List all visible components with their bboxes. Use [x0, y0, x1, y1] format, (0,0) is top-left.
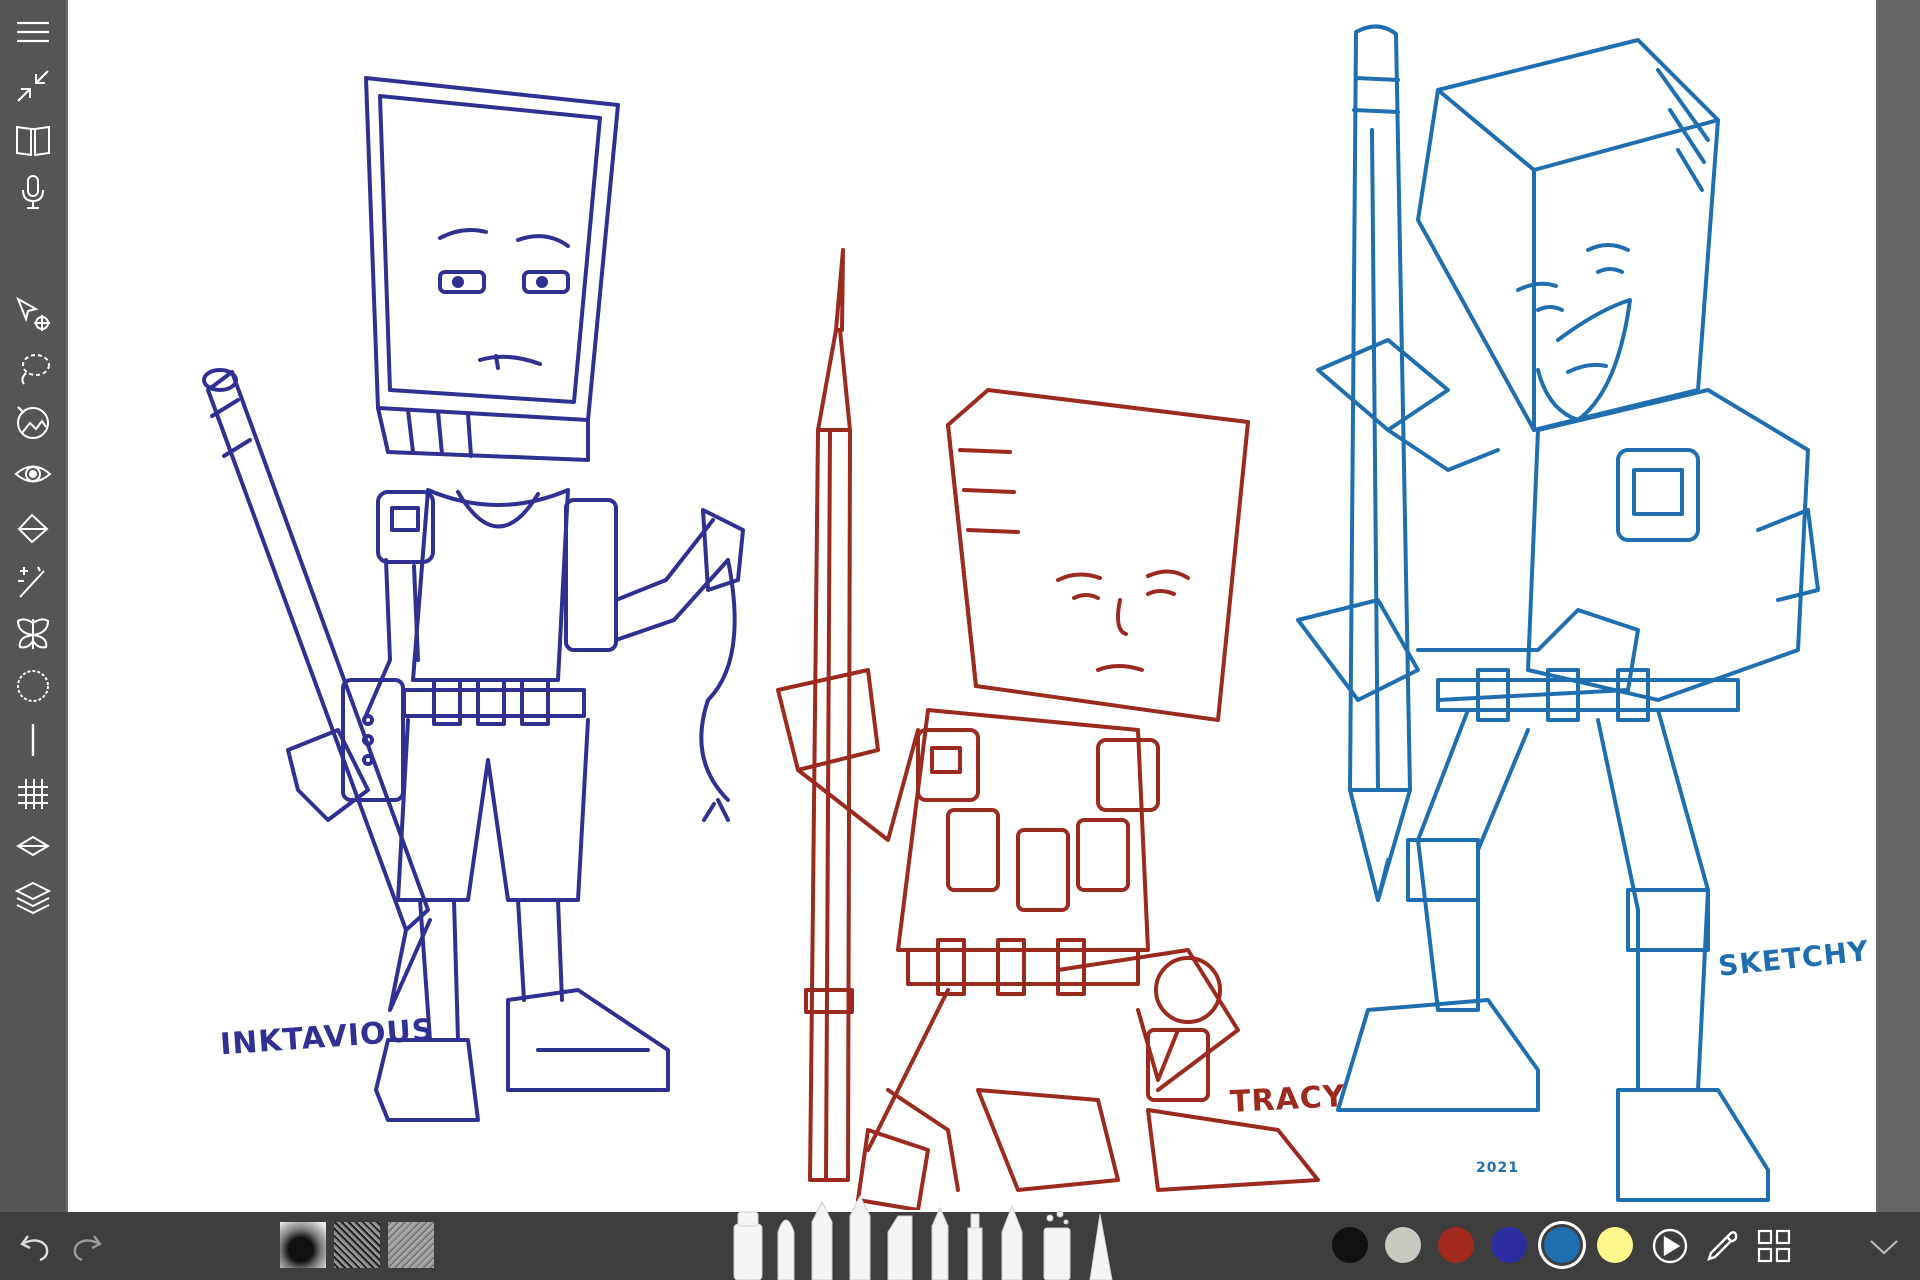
- layers-icon[interactable]: [11, 876, 55, 920]
- magic-wand-icon[interactable]: [11, 560, 55, 604]
- color-wheel-play-icon[interactable]: [1648, 1224, 1692, 1268]
- bottom-toolbar: [0, 1194, 1920, 1280]
- grid-icon[interactable]: [11, 772, 55, 816]
- perspective-icon[interactable]: [11, 824, 55, 868]
- swatch-light-gray[interactable]: [1385, 1227, 1421, 1263]
- undo-icon[interactable]: [14, 1224, 58, 1268]
- texture-smudge[interactable]: [280, 1222, 326, 1268]
- right-edge-strip: [1878, 0, 1920, 1212]
- left-toolbar: [0, 0, 66, 1212]
- brush-tray: [733, 1194, 1113, 1280]
- brush-fountain-pen[interactable]: [1001, 1204, 1023, 1280]
- menu-icon[interactable]: [11, 10, 55, 54]
- redo-icon[interactable]: [64, 1224, 108, 1268]
- symmetry-icon[interactable]: [11, 612, 55, 656]
- microphone-icon[interactable]: [11, 170, 55, 214]
- brush-pencil[interactable]: [811, 1200, 833, 1280]
- swatch-yellow[interactable]: [1597, 1227, 1633, 1263]
- swatch-indigo[interactable]: [1491, 1227, 1527, 1263]
- character-sketchy: [1296, 24, 1820, 1202]
- view-icon[interactable]: [11, 452, 55, 496]
- fill-icon[interactable]: [11, 506, 55, 550]
- ruler-icon[interactable]: [11, 718, 55, 762]
- transform-icon[interactable]: [11, 292, 55, 336]
- swatch-black[interactable]: [1332, 1227, 1368, 1263]
- chevron-down-icon[interactable]: [1862, 1224, 1906, 1268]
- drawing-canvas[interactable]: INKTAVIOUS TRACY SKETCHY 2021: [68, 0, 1876, 1212]
- brush-highlighter[interactable]: [887, 1215, 913, 1280]
- ellipse-guide-icon[interactable]: [11, 664, 55, 708]
- swatch-red[interactable]: [1438, 1227, 1474, 1263]
- brush-paint[interactable]: [777, 1219, 795, 1280]
- texture-noise-dark[interactable]: [334, 1222, 380, 1268]
- eyedropper-icon[interactable]: [1700, 1224, 1744, 1268]
- crop-icon[interactable]: [11, 400, 55, 444]
- brush-airbrush[interactable]: [967, 1213, 983, 1280]
- texture-noise-gray[interactable]: [388, 1222, 434, 1268]
- gallery-icon[interactable]: [11, 118, 55, 162]
- signature-year: 2021: [1476, 1160, 1519, 1176]
- color-grid-icon[interactable]: [1752, 1224, 1796, 1268]
- brush-technical-pen[interactable]: [849, 1194, 871, 1280]
- brush-crayon[interactable]: [931, 1206, 949, 1280]
- brush-spray[interactable]: [1043, 1210, 1071, 1280]
- swatch-blue-selected[interactable]: [1544, 1227, 1580, 1263]
- brush-cone[interactable]: [1089, 1213, 1113, 1280]
- brush-marker[interactable]: [733, 1211, 763, 1280]
- lasso-select-icon[interactable]: [11, 346, 55, 390]
- collapse-icon[interactable]: [11, 64, 55, 108]
- character-inktavious: [202, 76, 745, 1122]
